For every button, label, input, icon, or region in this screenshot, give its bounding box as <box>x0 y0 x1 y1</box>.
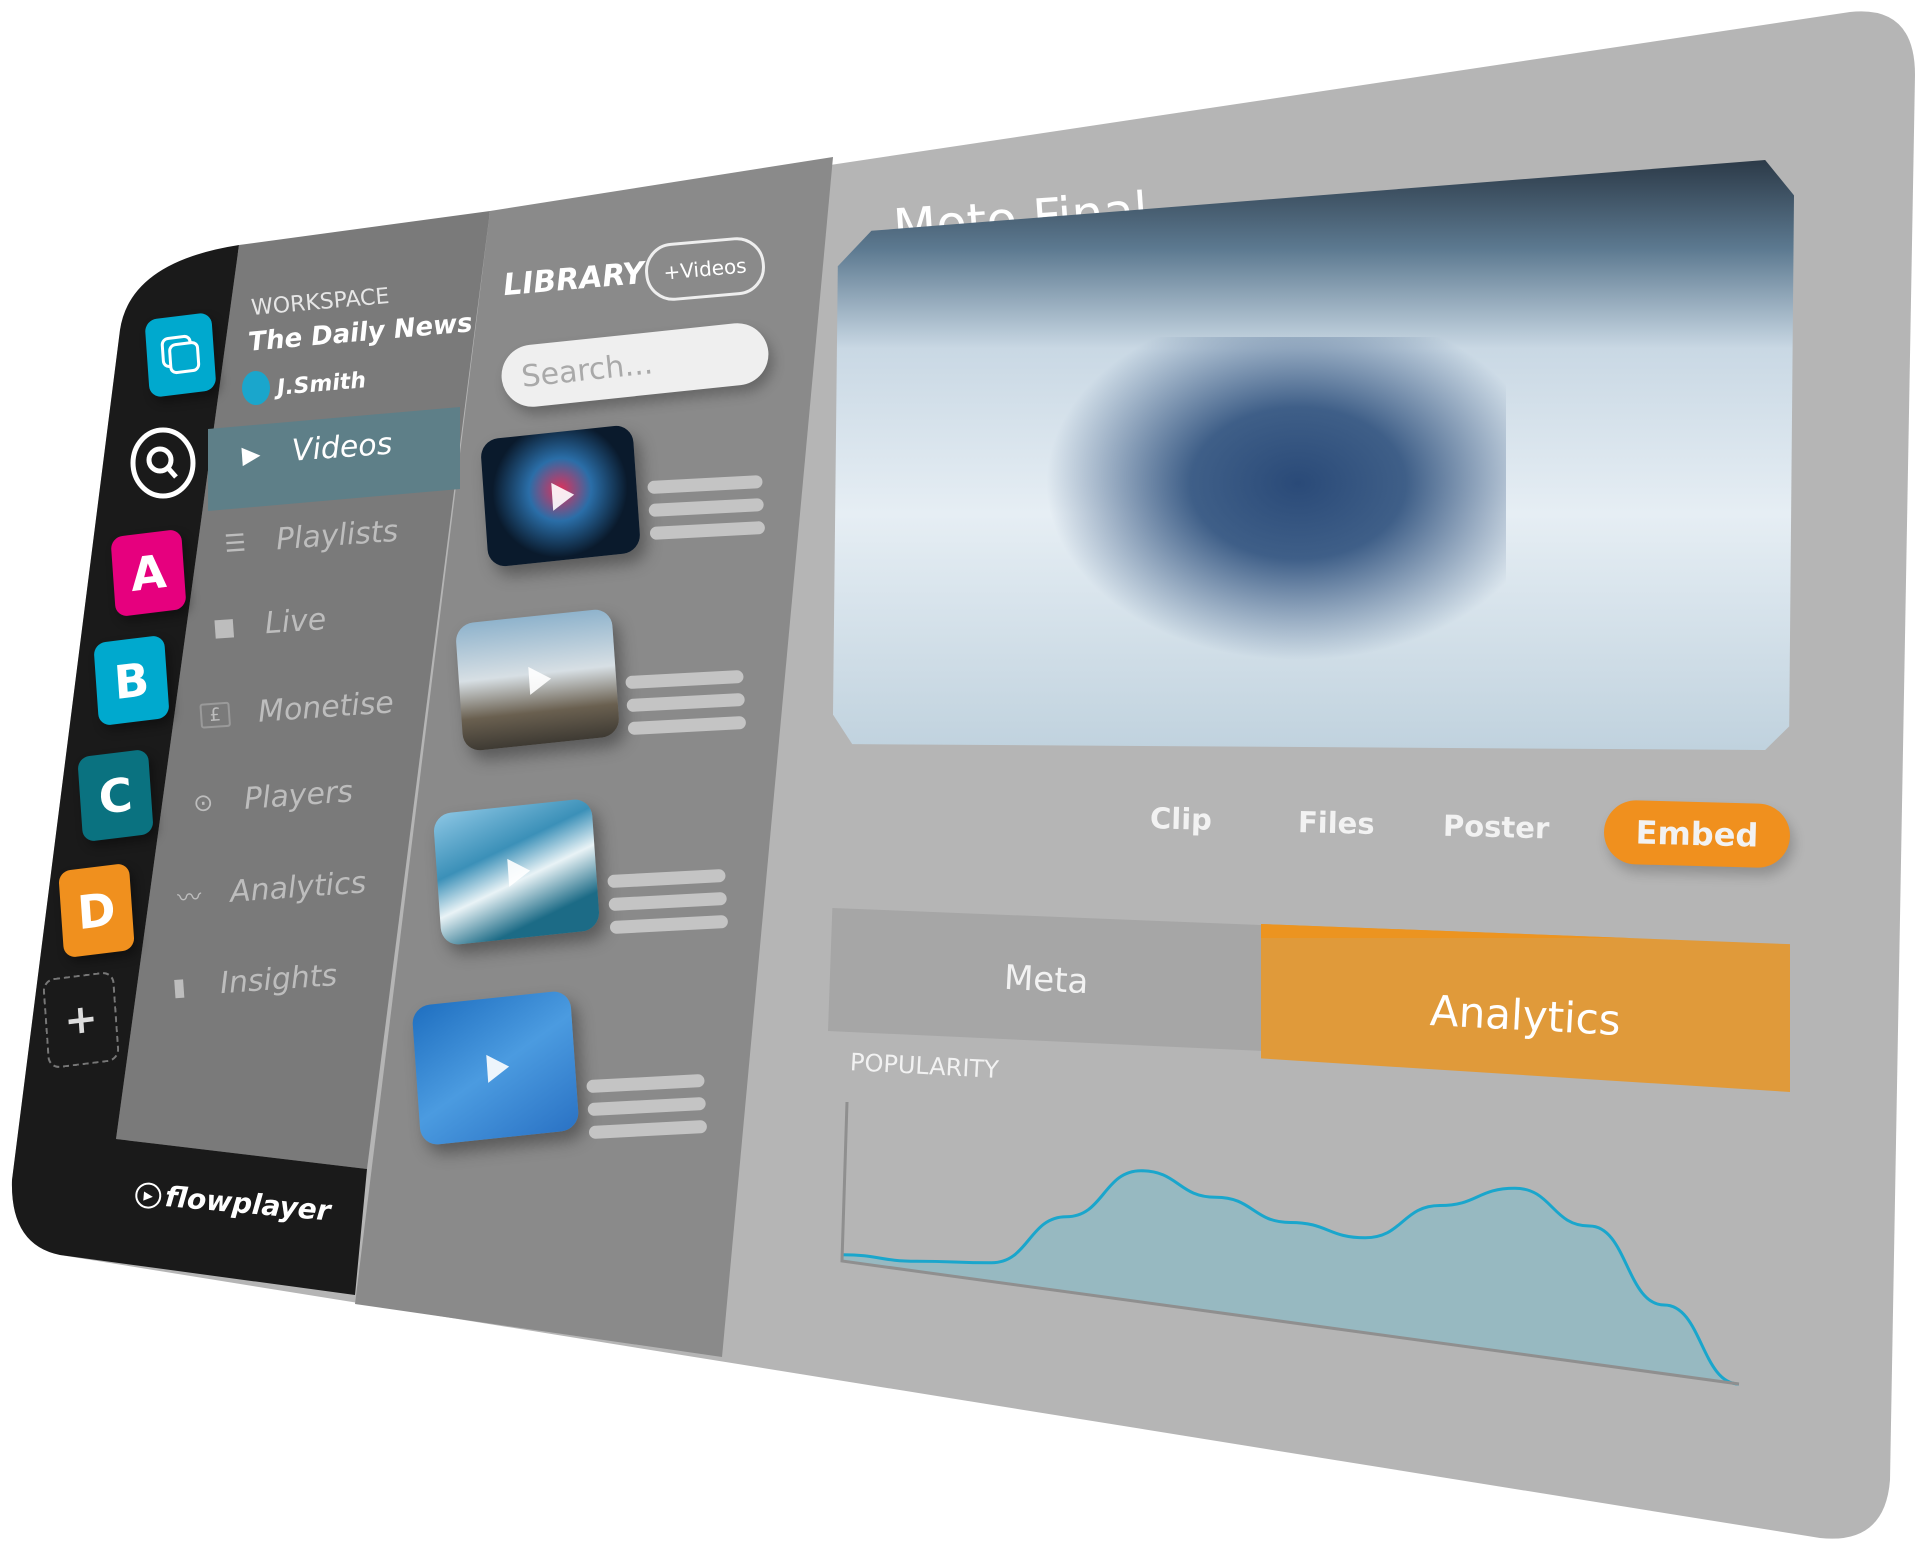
popularity-chart <box>840 1101 1740 1386</box>
chart-area <box>842 1170 1739 1384</box>
